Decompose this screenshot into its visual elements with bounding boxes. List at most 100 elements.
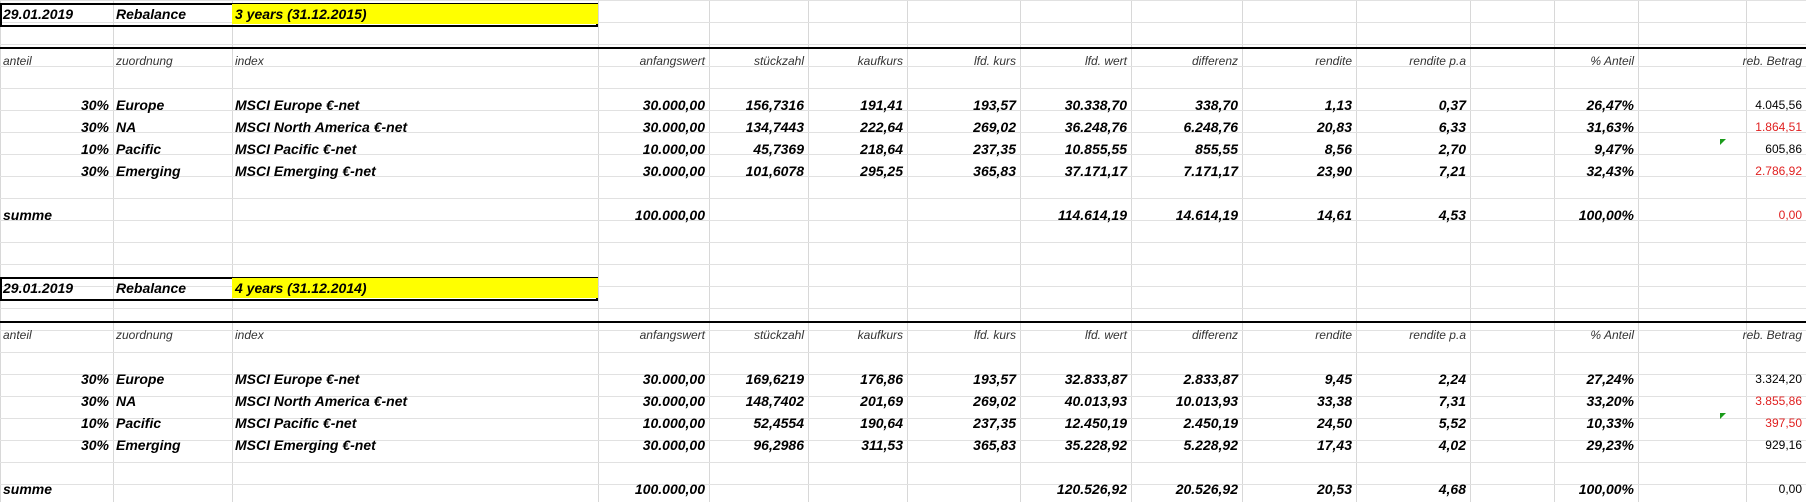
cell-lfd-wert[interactable]: 12.450,19: [1020, 413, 1131, 433]
cell-differenz[interactable]: 10.013,93: [1131, 391, 1242, 411]
column-header-zuordnung[interactable]: zuordnung: [113, 325, 232, 345]
column-header-anfangswert[interactable]: anfangswert: [598, 51, 709, 71]
column-header-rendite[interactable]: rendite: [1242, 325, 1356, 345]
sum-lfd-wert[interactable]: 120.526,92: [1020, 479, 1131, 499]
cell-rendite-pa[interactable]: 7,31: [1356, 391, 1470, 411]
cell-rendite[interactable]: 1,13: [1242, 95, 1356, 115]
cell-index[interactable]: MSCI Pacific €-net: [232, 413, 598, 433]
column-header-anteil-pct[interactable]: % Anteil: [1554, 51, 1638, 71]
cell-anfangswert[interactable]: 30.000,00: [598, 369, 709, 389]
cell-anteil-pct[interactable]: 27,24%: [1554, 369, 1638, 389]
cell-kaufkurs[interactable]: 222,64: [808, 117, 907, 137]
cell-kaufkurs[interactable]: 176,86: [808, 369, 907, 389]
cell-anfangswert[interactable]: 30.000,00: [598, 95, 709, 115]
cell-rendite[interactable]: 17,43: [1242, 435, 1356, 455]
column-header-stueckzahl[interactable]: stückzahl: [709, 325, 808, 345]
cell-anfangswert[interactable]: 10.000,00: [598, 139, 709, 159]
cell-rendite-pa[interactable]: 0,37: [1356, 95, 1470, 115]
column-header-index[interactable]: index: [232, 325, 598, 345]
sum-anfangswert[interactable]: 100.000,00: [598, 479, 709, 499]
cell-lfd-kurs[interactable]: 269,02: [907, 117, 1020, 137]
cell-anteil[interactable]: 30%: [0, 161, 113, 181]
cell-anteil-pct[interactable]: 33,20%: [1554, 391, 1638, 411]
cell-stueckzahl[interactable]: 156,7316: [709, 95, 808, 115]
column-header-kaufkurs[interactable]: kaufkurs: [808, 325, 907, 345]
sum-reb-betrag[interactable]: 0,00: [1703, 205, 1806, 225]
cell-rendite-pa[interactable]: 5,52: [1356, 413, 1470, 433]
sum-anteil-pct[interactable]: 100,00%: [1554, 479, 1638, 499]
column-header-stueckzahl[interactable]: stückzahl: [709, 51, 808, 71]
column-header-anteil-pct[interactable]: % Anteil: [1554, 325, 1638, 345]
cell-stueckzahl[interactable]: 169,6219: [709, 369, 808, 389]
cell-anteil[interactable]: 30%: [0, 391, 113, 411]
cell-zuordnung[interactable]: Pacific: [113, 413, 232, 433]
column-header-anfangswert[interactable]: anfangswert: [598, 325, 709, 345]
column-header-differenz[interactable]: differenz: [1131, 51, 1242, 71]
cell-anteil-pct[interactable]: 29,23%: [1554, 435, 1638, 455]
column-header-rendite-pa[interactable]: rendite p.a: [1356, 51, 1470, 71]
cell-reb-betrag[interactable]: 2.786,92: [1703, 161, 1806, 181]
cell-differenz[interactable]: 2.833,87: [1131, 369, 1242, 389]
cell-anteil[interactable]: 10%: [0, 413, 113, 433]
cell-rendite-pa[interactable]: 2,70: [1356, 139, 1470, 159]
cell-lfd-wert[interactable]: 32.833,87: [1020, 369, 1131, 389]
cell-rendite[interactable]: 20,83: [1242, 117, 1356, 137]
sum-label[interactable]: summe: [0, 205, 113, 225]
cell-anteil[interactable]: 30%: [0, 117, 113, 137]
cell-differenz[interactable]: 338,70: [1131, 95, 1242, 115]
cell-lfd-wert[interactable]: 35.228,92: [1020, 435, 1131, 455]
cell-rendite-pa[interactable]: 4,02: [1356, 435, 1470, 455]
cell-reb-betrag[interactable]: 605,86: [1703, 139, 1806, 159]
column-header-reb-betrag[interactable]: reb. Betrag: [1703, 51, 1806, 71]
cell-stueckzahl[interactable]: 148,7402: [709, 391, 808, 411]
sum-rendite[interactable]: 20,53: [1242, 479, 1356, 499]
cell-rendite[interactable]: 24,50: [1242, 413, 1356, 433]
comment-indicator-icon[interactable]: [1720, 413, 1726, 419]
cell-stueckzahl[interactable]: 101,6078: [709, 161, 808, 181]
column-header-lfd-wert[interactable]: lfd. wert: [1020, 325, 1131, 345]
cell-reb-betrag[interactable]: 4.045,56: [1703, 95, 1806, 115]
column-header-anteil[interactable]: anteil: [0, 325, 113, 345]
sum-differenz[interactable]: 14.614,19: [1131, 205, 1242, 225]
cell-rendite-pa[interactable]: 6,33: [1356, 117, 1470, 137]
cell-zuordnung[interactable]: Europe: [113, 95, 232, 115]
cell-differenz[interactable]: 5.228,92: [1131, 435, 1242, 455]
cell-anfangswert[interactable]: 30.000,00: [598, 161, 709, 181]
section-period[interactable]: 4 years (31.12.2014): [232, 278, 598, 298]
cell-lfd-wert[interactable]: 10.855,55: [1020, 139, 1131, 159]
cell-kaufkurs[interactable]: 201,69: [808, 391, 907, 411]
sum-rendite-pa[interactable]: 4,53: [1356, 205, 1470, 225]
column-header-lfd-kurs[interactable]: lfd. kurs: [907, 51, 1020, 71]
cell-kaufkurs[interactable]: 311,53: [808, 435, 907, 455]
cell-zuordnung[interactable]: Pacific: [113, 139, 232, 159]
column-header-lfd-kurs[interactable]: lfd. kurs: [907, 325, 1020, 345]
cell-rendite[interactable]: 23,90: [1242, 161, 1356, 181]
cell-differenz[interactable]: 6.248,76: [1131, 117, 1242, 137]
cell-anteil[interactable]: 10%: [0, 139, 113, 159]
cell-anteil-pct[interactable]: 32,43%: [1554, 161, 1638, 181]
cell-stueckzahl[interactable]: 96,2986: [709, 435, 808, 455]
cell-zuordnung[interactable]: Emerging: [113, 435, 232, 455]
cell-anteil[interactable]: 30%: [0, 369, 113, 389]
sum-differenz[interactable]: 20.526,92: [1131, 479, 1242, 499]
cell-anfangswert[interactable]: 10.000,00: [598, 413, 709, 433]
cell-lfd-kurs[interactable]: 365,83: [907, 161, 1020, 181]
cell-anteil-pct[interactable]: 9,47%: [1554, 139, 1638, 159]
column-header-kaufkurs[interactable]: kaufkurs: [808, 51, 907, 71]
cell-index[interactable]: MSCI Europe €-net: [232, 369, 598, 389]
sum-label[interactable]: summe: [0, 479, 113, 499]
sum-rendite[interactable]: 14,61: [1242, 205, 1356, 225]
cell-rendite[interactable]: 33,38: [1242, 391, 1356, 411]
cell-index[interactable]: MSCI North America €-net: [232, 391, 598, 411]
cell-lfd-wert[interactable]: 30.338,70: [1020, 95, 1131, 115]
cell-differenz[interactable]: 7.171,17: [1131, 161, 1242, 181]
cell-stueckzahl[interactable]: 134,7443: [709, 117, 808, 137]
cell-anteil-pct[interactable]: 10,33%: [1554, 413, 1638, 433]
cell-kaufkurs[interactable]: 191,41: [808, 95, 907, 115]
cell-anteil[interactable]: 30%: [0, 95, 113, 115]
column-header-differenz[interactable]: differenz: [1131, 325, 1242, 345]
cell-kaufkurs[interactable]: 190,64: [808, 413, 907, 433]
cell-lfd-kurs[interactable]: 365,83: [907, 435, 1020, 455]
cell-kaufkurs[interactable]: 295,25: [808, 161, 907, 181]
cell-index[interactable]: MSCI North America €-net: [232, 117, 598, 137]
